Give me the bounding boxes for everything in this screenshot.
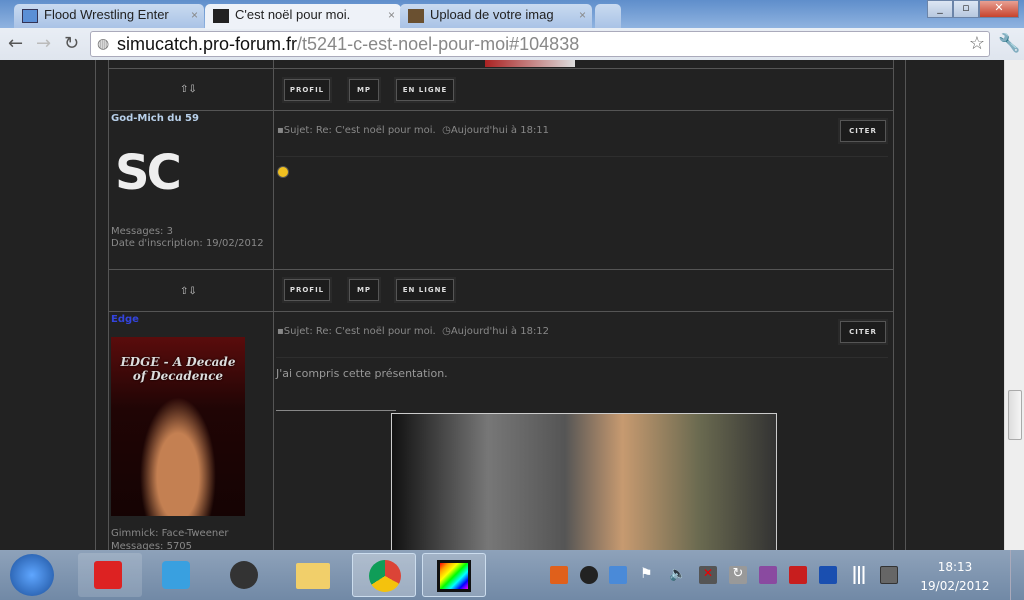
frame-line	[273, 60, 274, 550]
row-divider	[108, 110, 894, 111]
online-button[interactable]: EN LIGNE	[396, 79, 454, 101]
row-divider	[108, 269, 894, 270]
post-body: J'ai compris cette présentation.	[276, 367, 448, 380]
tab-label: C'est noël pour moi.	[235, 7, 351, 22]
subject-text: Sujet: Re: C'est noël pour moi.	[283, 326, 436, 337]
document-icon: ▪	[277, 125, 284, 136]
forum-page: ⇧⇩ PROFIL MP EN LIGNE God-Mich du 59 SC …	[0, 60, 1004, 550]
tab-flood-wrestling[interactable]: Flood Wrestling Enter ×	[14, 4, 204, 28]
pm-button[interactable]: MP	[349, 79, 379, 101]
post-time: Aujourd'hui à 18:11	[450, 125, 550, 136]
close-window-button[interactable]: ✕	[979, 0, 1019, 18]
post-count: Messages: 3	[111, 226, 173, 237]
post-count: Messages: 5705	[111, 541, 193, 550]
tab-upload[interactable]: Upload de votre imag ×	[400, 4, 592, 28]
profile-button[interactable]: PROFIL	[284, 279, 330, 301]
minimize-button[interactable]: _	[927, 0, 953, 18]
quote-button[interactable]: CITER	[840, 120, 886, 142]
bookmark-star-icon[interactable]: ☆	[969, 33, 985, 54]
onenote-tray-icon[interactable]	[759, 566, 777, 584]
document-icon: ▪	[277, 326, 284, 337]
tab-label: Upload de votre imag	[430, 7, 554, 22]
tab-cest-noel[interactable]: C'est noël pour moi. ×	[205, 4, 401, 29]
url-path: /t5241-c-est-noel-pour-moi#104838	[297, 34, 580, 54]
java-tray-icon[interactable]	[550, 566, 568, 584]
row-divider	[108, 68, 894, 69]
post-subject: ▪Sujet: Re: C'est noël pour moi. ◷Aujour…	[277, 125, 549, 136]
post-subject: ▪Sujet: Re: C'est noël pour moi. ◷Aujour…	[277, 326, 549, 337]
avatar: SC	[115, 145, 182, 201]
clock-date: 19/02/2012	[920, 579, 990, 593]
reload-icon[interactable]: ↻	[64, 33, 79, 54]
clock-icon: ◷	[442, 125, 451, 136]
wwe-icon	[213, 9, 229, 23]
explorer-taskbar-icon[interactable]	[282, 553, 346, 597]
post-time: Aujourd'hui à 18:12	[450, 326, 550, 337]
clock-icon: ◷	[442, 326, 451, 337]
show-desktop-button[interactable]	[1010, 550, 1024, 600]
previous-signature-image	[485, 60, 575, 67]
system-clock[interactable]: 18:13 19/02/2012	[910, 558, 1000, 596]
url-host: simucatch.pro-forum.fr	[117, 34, 298, 54]
close-tab-icon[interactable]: ×	[579, 8, 586, 22]
forward-icon[interactable]: →	[36, 33, 51, 54]
camera-icon	[408, 9, 424, 23]
battery-icon[interactable]: ✕	[699, 566, 717, 584]
back-icon[interactable]: ←	[8, 33, 23, 54]
quote-button[interactable]: CITER	[840, 321, 886, 343]
new-tab-button[interactable]	[595, 4, 621, 28]
tab-label: Flood Wrestling Enter	[44, 7, 169, 22]
post-author[interactable]: Edge	[111, 314, 139, 325]
signature-separator	[276, 410, 396, 411]
frame-line	[893, 60, 894, 550]
media-center-taskbar-icon[interactable]	[214, 553, 278, 597]
network-display-icon[interactable]	[880, 566, 898, 584]
bluetooth-tray-icon[interactable]	[819, 566, 837, 584]
online-button[interactable]: EN LIGNE	[396, 279, 454, 301]
pm-button[interactable]: MP	[349, 279, 379, 301]
frame-line	[95, 60, 96, 550]
laughing-smiley-icon	[277, 166, 289, 178]
chrome-taskbar-icon[interactable]	[352, 553, 416, 597]
post-divider	[276, 156, 888, 157]
globe-icon: ◍	[97, 35, 110, 51]
post-divider	[276, 357, 888, 358]
frame-line	[108, 60, 109, 550]
windows-taskbar: ⚑ 🔈 ✕ ↻ 18:13 19/02/2012	[0, 550, 1024, 600]
volume-icon[interactable]: 🔈	[669, 566, 687, 584]
vertical-scrollbar[interactable]	[1004, 60, 1024, 550]
close-tab-icon[interactable]: ×	[388, 8, 395, 22]
close-tab-icon[interactable]: ×	[191, 8, 198, 22]
monitor-icon	[22, 9, 38, 23]
action-center-flag-icon[interactable]: ⚑	[640, 566, 658, 584]
scrollbar-thumb[interactable]	[1008, 390, 1022, 440]
frame-line	[905, 60, 906, 550]
row-divider	[108, 311, 894, 312]
profile-button[interactable]: PROFIL	[284, 79, 330, 101]
avira-taskbar-icon[interactable]	[78, 553, 142, 597]
post-author[interactable]: God-Mich du 59	[111, 113, 199, 124]
wrench-icon[interactable]: 🔧	[998, 33, 1020, 54]
start-button[interactable]	[10, 554, 54, 596]
maximize-button[interactable]: ▫	[953, 0, 979, 18]
subject-text: Sujet: Re: C'est noël pour moi.	[283, 125, 436, 136]
up-down-arrows-icon[interactable]: ⇧⇩	[180, 84, 197, 95]
signature-image	[391, 413, 777, 550]
avatar: EDGE - A Decade of Decadence	[111, 337, 245, 516]
gimmick: Gimmick: Face-Tweener	[111, 528, 229, 539]
network-signal-icon[interactable]	[850, 566, 868, 584]
sync-icon[interactable]: ↻	[729, 566, 747, 584]
clock-time: 18:13	[937, 560, 973, 574]
video-editor-taskbar-icon[interactable]	[422, 553, 486, 597]
media-tray-icon[interactable]	[580, 566, 598, 584]
media-player-taskbar-icon[interactable]	[146, 553, 210, 597]
address-bar[interactable]: ◍ simucatch.pro-forum.fr/t5241-c-est-noel…	[90, 31, 990, 57]
browser-chrome: Flood Wrestling Enter × C'est noël pour m…	[0, 0, 1024, 60]
avatar-caption: EDGE - A Decade of Decadence	[120, 355, 236, 383]
windows-update-tray-icon[interactable]	[609, 566, 627, 584]
avira-tray-icon[interactable]	[789, 566, 807, 584]
up-down-arrows-icon[interactable]: ⇧⇩	[180, 286, 197, 297]
join-date: Date d'inscription: 19/02/2012	[111, 238, 264, 249]
